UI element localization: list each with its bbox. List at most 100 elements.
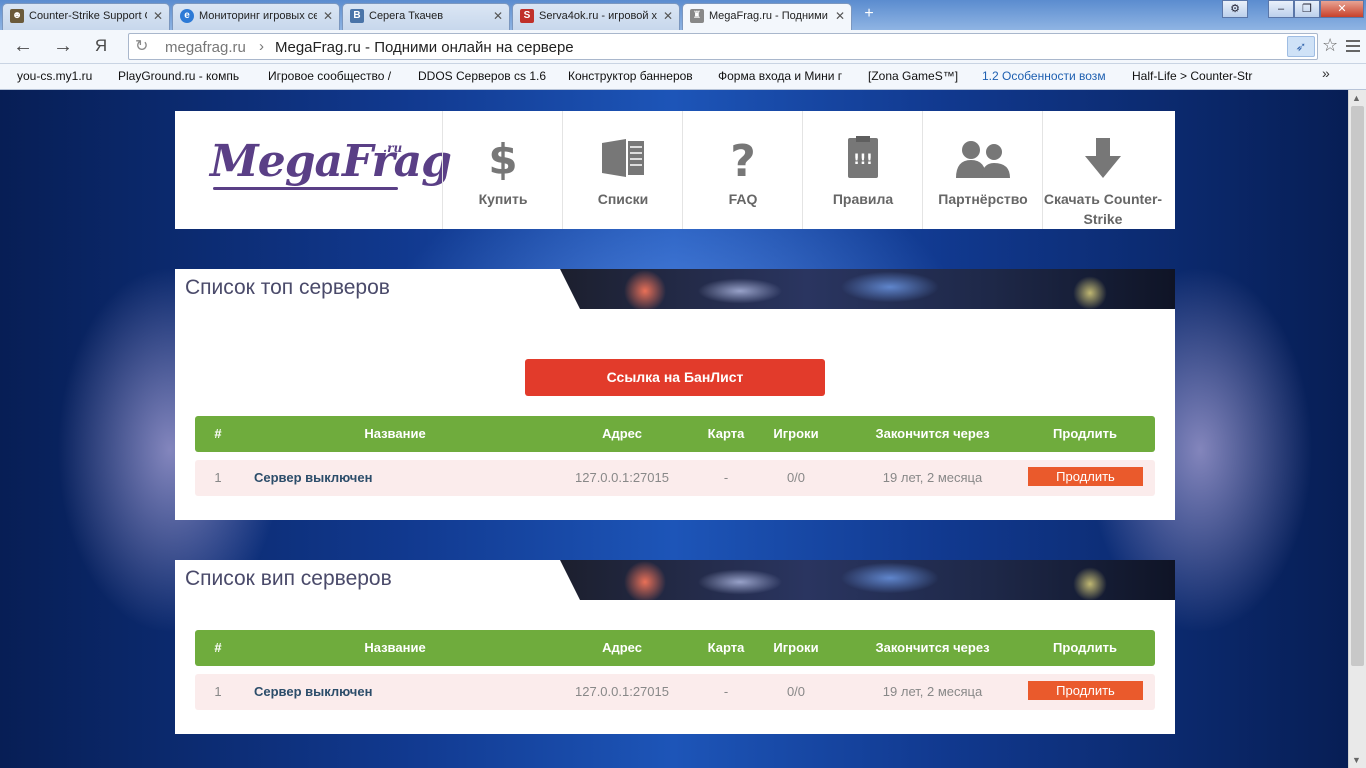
bookmark-item[interactable]: Игровое сообщество / [268, 69, 400, 83]
rocket-icon[interactable]: ➶ [1287, 36, 1315, 57]
tab-megafrag[interactable]: ♜ MegaFrag.ru - Подними ✕ [682, 3, 852, 30]
col-name: Название [364, 640, 426, 655]
panel-banner-image [560, 269, 1175, 309]
server-players: 0/0 [786, 684, 806, 699]
list-icon [563, 135, 683, 181]
server-map: - [723, 684, 729, 699]
tab-strip: ☻ Counter-Strike Support G ✕ e Мониторин… [0, 0, 1366, 30]
address-domain: megafrag.ru [165, 39, 246, 56]
maximize-button[interactable]: ❐ [1294, 0, 1320, 18]
site-header: MegaFrag .ru $ Купить Списки ? FAQ !!! П… [175, 111, 1175, 229]
tab-title: Counter-Strike Support G [29, 10, 147, 22]
banlist-link-button[interactable]: Ссылка на БанЛист [525, 359, 825, 396]
bookmark-item[interactable]: DDOS Серверов cs 1.6 [418, 69, 550, 83]
tab-title: Серега Ткачев [369, 10, 444, 22]
partners-icon [923, 135, 1043, 181]
tab-vk-profile[interactable]: B Серега Ткачев ✕ [342, 3, 510, 30]
menu-icon[interactable] [1346, 37, 1360, 55]
col-name: Название [364, 426, 426, 441]
close-tab-icon[interactable]: ✕ [663, 4, 673, 29]
vip-servers-panel: Список вип серверов # Название Адрес Кар… [175, 560, 1175, 734]
col-map: Карта [707, 426, 745, 441]
table-header: # Название Адрес Карта Игроки Закончится… [195, 630, 1155, 666]
bookmark-star-icon[interactable]: ☆ [1322, 35, 1338, 56]
bookmarks-overflow-button[interactable]: » [1322, 65, 1330, 81]
bookmark-item[interactable]: [Zona GameS™] [868, 69, 968, 83]
address-page-title: MegaFrag.ru - Подними онлайн на сервере [275, 39, 574, 56]
row-num: 1 [214, 684, 222, 699]
table-row: 1 Сервер выключен 127.0.0.1:27015 - 0/0 … [195, 460, 1155, 496]
address-bar[interactable]: ↻ megafrag.ru › MegaFrag.ru - Подними он… [128, 33, 1318, 60]
scroll-up-icon[interactable]: ▲ [1352, 93, 1361, 103]
col-address: Адрес [602, 640, 642, 655]
svg-text:$: $ [488, 136, 517, 180]
scroll-down-icon[interactable]: ▼ [1352, 755, 1361, 765]
bookmark-item[interactable]: Форма входа и Мини г [718, 69, 850, 83]
close-window-button[interactable]: ✕ [1320, 0, 1364, 18]
panel-title: Список вип серверов [185, 567, 392, 590]
nav-rules[interactable]: !!! Правила [802, 111, 922, 229]
nav-label: Скачать Counter-Strike [1043, 191, 1163, 227]
close-tab-icon[interactable]: ✕ [835, 4, 845, 29]
nav-lists[interactable]: Списки [562, 111, 682, 229]
prolong-button[interactable]: Продлить [1028, 467, 1143, 486]
col-num: # [214, 426, 222, 441]
server-map: - [723, 470, 729, 485]
nav-partnership[interactable]: Партнёрство [922, 111, 1042, 229]
download-icon [1043, 135, 1163, 181]
nav-faq[interactable]: ? FAQ [682, 111, 802, 229]
server-address: 127.0.0.1:27015 [575, 470, 669, 485]
scrollbar-thumb[interactable] [1351, 106, 1364, 666]
row-num: 1 [214, 470, 222, 485]
close-tab-icon[interactable]: ✕ [153, 4, 163, 29]
rules-icon: !!! [803, 135, 923, 181]
col-prolong: Продлить [1053, 640, 1117, 655]
yandex-button[interactable]: Я [88, 35, 114, 59]
site-logo[interactable]: MegaFrag [210, 136, 452, 187]
server-expires: 19 лет, 2 месяца [882, 470, 983, 485]
tab-monitoring[interactable]: e Мониторинг игровых се ✕ [172, 3, 340, 30]
nav-label: FAQ [728, 191, 758, 207]
tab-title: Serva4ok.ru - игровой х [539, 10, 657, 22]
panel-header: Список топ серверов [175, 269, 1175, 309]
tab-title: Мониторинг игровых се [199, 10, 317, 22]
soldier-icon: ♜ [690, 9, 704, 23]
nav-label: Купить [478, 191, 528, 207]
browser-chrome: ☻ Counter-Strike Support G ✕ e Мониторин… [0, 0, 1366, 90]
close-tab-icon[interactable]: ✕ [323, 4, 333, 29]
serva4ok-icon: S [520, 9, 534, 23]
bookmark-item[interactable]: PlayGround.ru - компь [118, 69, 250, 83]
question-icon: ? [683, 135, 803, 181]
minimize-button[interactable]: – [1268, 0, 1294, 18]
col-players: Игроки [773, 426, 819, 441]
browser-toolbar: ← → Я ↻ megafrag.ru › MegaFrag.ru - Подн… [0, 30, 1366, 64]
tab-counter-strike-support[interactable]: ☻ Counter-Strike Support G ✕ [2, 3, 170, 30]
panel-title: Список топ серверов [185, 276, 390, 299]
new-tab-button[interactable]: + [860, 6, 878, 24]
nav-download-cs[interactable]: Скачать Counter-Strike [1042, 111, 1162, 229]
bookmark-item[interactable]: you-cs.my1.ru [17, 69, 107, 83]
server-name[interactable]: Сервер выключен [254, 460, 454, 496]
svg-text:?: ? [730, 136, 756, 180]
bookmark-item[interactable]: Half-Life > Counter-Str [1132, 69, 1264, 83]
svg-text:!!!: !!! [853, 152, 872, 168]
nav-label: Списки [597, 191, 649, 207]
col-map: Карта [707, 640, 745, 655]
bookmark-item[interactable]: 1.2 Особенности возм [982, 69, 1114, 83]
bookmarks-bar: you-cs.my1.ru PlayGround.ru - компь Игро… [0, 64, 1366, 90]
nav-buy[interactable]: $ Купить [442, 111, 562, 229]
tab-title: MegaFrag.ru - Подними [709, 10, 828, 22]
server-name[interactable]: Сервер выключен [254, 674, 454, 710]
reload-icon[interactable]: ↻ [135, 36, 148, 56]
close-tab-icon[interactable]: ✕ [493, 4, 503, 29]
forward-button[interactable]: → [50, 35, 76, 59]
prolong-button[interactable]: Продлить [1028, 681, 1143, 700]
settings-icon[interactable]: ⚙ [1222, 0, 1248, 18]
tab-serva4ok[interactable]: S Serva4ok.ru - игровой х ✕ [512, 3, 680, 30]
back-button[interactable]: ← [10, 35, 36, 59]
nav-label: Правила [832, 191, 894, 207]
bookmark-item[interactable]: Конструктор баннеров [568, 69, 700, 83]
col-players: Игроки [773, 640, 819, 655]
page-scrollbar[interactable]: ▲ ▼ [1348, 90, 1366, 768]
nav-label: Партнёрство [938, 191, 1028, 207]
